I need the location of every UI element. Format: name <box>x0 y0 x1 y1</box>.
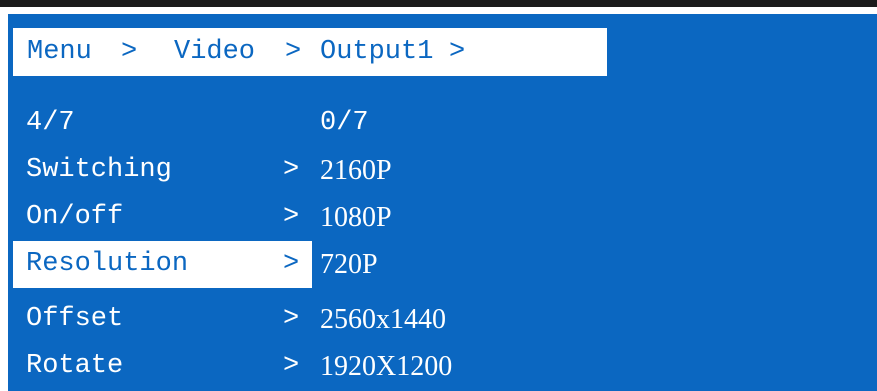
chevron-right-icon: > <box>283 304 300 334</box>
option-2160p[interactable]: 2160P <box>320 147 392 194</box>
menu-item-label: Switching <box>26 155 172 185</box>
menu-item-label: Offset <box>26 304 124 334</box>
menu-item-switching[interactable]: Switching > <box>13 147 312 194</box>
chevron-right-icon: > <box>283 249 300 279</box>
breadcrumb-separator-icon: > <box>121 37 138 67</box>
menu-item-label: Rotate <box>26 351 124 381</box>
menu-item-label: On/off <box>26 202 124 232</box>
breadcrumb-separator-icon: > <box>449 37 466 67</box>
chevron-right-icon: > <box>283 351 300 381</box>
option-1080p[interactable]: 1080P <box>320 194 392 241</box>
breadcrumb-menu[interactable]: Menu <box>27 28 92 76</box>
menu-item-rotate[interactable]: Rotate > <box>13 343 312 390</box>
menu-item-label: Resolution <box>26 249 189 279</box>
chevron-right-icon: > <box>283 202 300 232</box>
chevron-right-icon: > <box>283 155 300 185</box>
breadcrumb-video[interactable]: Video <box>174 28 255 76</box>
menu-item-offset[interactable]: Offset > <box>13 296 312 343</box>
option-720p[interactable]: 720P <box>320 241 378 288</box>
option-2560x1440[interactable]: 2560x1440 <box>320 296 446 343</box>
menu-item-on-off[interactable]: On/off > <box>13 194 312 241</box>
breadcrumb-output1[interactable]: Output1 <box>320 28 433 76</box>
menu-item-resolution[interactable]: Resolution > <box>13 241 312 288</box>
menu-position-indicator: 4/7 <box>26 108 75 138</box>
breadcrumb-separator-icon: > <box>285 37 302 67</box>
option-1920x1200[interactable]: 1920X1200 <box>320 343 452 390</box>
option-position-indicator: 0/7 <box>320 108 369 138</box>
breadcrumb: Menu > Video > Output1 > <box>13 28 607 76</box>
top-border <box>0 0 877 7</box>
